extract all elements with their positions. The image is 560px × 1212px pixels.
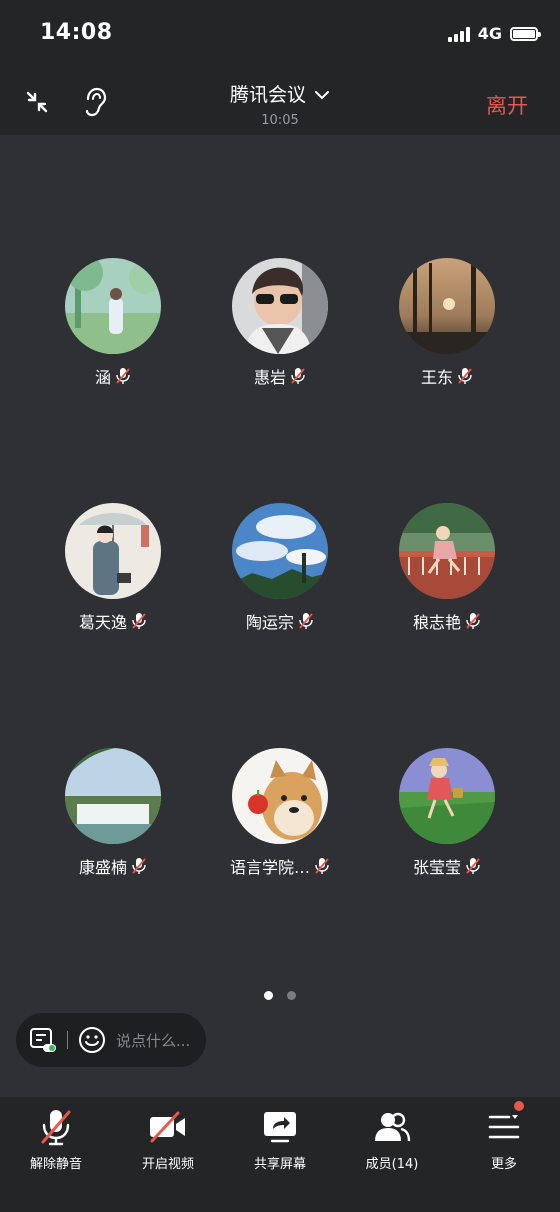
mic-muted-icon (36, 1107, 76, 1147)
member-name: 语言学院… (229, 858, 310, 877)
member-name: 康盛楠 (78, 858, 127, 877)
members-button[interactable]: 成员(14) (336, 1097, 448, 1212)
member-tile[interactable]: 康盛楠 (28, 748, 198, 878)
mic-off-icon (314, 857, 330, 875)
meeting-title-area[interactable]: 腾讯会议 10:05 (0, 80, 560, 128)
member-tile[interactable]: 王东 (362, 258, 532, 388)
member-name: 涵 (94, 368, 111, 387)
chevron-down-icon[interactable] (314, 83, 330, 105)
clock: 14:08 (40, 20, 113, 45)
subtitle-toggle-icon[interactable] (29, 1027, 57, 1053)
mic-off-icon (131, 612, 147, 630)
network-type: 4G (477, 24, 502, 43)
mic-off-icon (298, 612, 314, 630)
share-screen-label: 共享屏幕 (253, 1157, 306, 1172)
unmute-label: 解除静音 (29, 1157, 82, 1172)
leave-button[interactable]: 离开 (486, 90, 528, 120)
member-tile[interactable]: 语言学院… (195, 748, 365, 878)
battery-icon (510, 26, 541, 41)
members-icon (372, 1107, 412, 1147)
emoji-icon[interactable] (78, 1026, 106, 1054)
signal-icon (447, 26, 470, 42)
bottom-toolbar: 解除静音 开启视频 共享屏幕 成员(14) 更多 (0, 1097, 560, 1212)
start-video-button[interactable]: 开启视频 (112, 1097, 224, 1212)
mic-off-icon (131, 857, 147, 875)
notification-badge (514, 1101, 524, 1111)
member-name: 稂志艳 (412, 613, 461, 632)
avatar (232, 258, 328, 354)
more-label: 更多 (490, 1157, 517, 1172)
avatar (399, 258, 495, 354)
member-tile[interactable]: 陶运宗 (195, 503, 365, 633)
status-bar: 14:08 4G (0, 0, 560, 70)
member-name: 惠岩 (253, 368, 286, 387)
more-button[interactable]: 更多 (448, 1097, 560, 1212)
page-dot-active[interactable] (264, 991, 273, 1000)
avatar (65, 748, 161, 844)
member-name: 葛天逸 (78, 613, 127, 632)
mic-off-icon (115, 367, 131, 385)
avatar (65, 503, 161, 599)
avatar (399, 748, 495, 844)
member-tile[interactable]: 涵 (28, 258, 198, 388)
avatar (65, 258, 161, 354)
member-name: 张莹莹 (412, 858, 461, 877)
members-label: 成员(14) (365, 1157, 419, 1172)
member-tile[interactable]: 惠岩 (195, 258, 365, 388)
mic-off-icon (465, 857, 481, 875)
avatar (232, 748, 328, 844)
share-screen-button[interactable]: 共享屏幕 (224, 1097, 336, 1212)
member-tile[interactable]: 葛天逸 (28, 503, 198, 633)
menu-icon (484, 1107, 524, 1147)
meeting-duration: 10:05 (261, 113, 299, 128)
divider (67, 1031, 68, 1049)
meeting-header: 腾讯会议 10:05 离开 (0, 70, 560, 135)
member-tile[interactable]: 张莹莹 (362, 748, 532, 878)
member-name: 王东 (420, 368, 453, 387)
member-name: 陶运宗 (245, 613, 294, 632)
video-off-icon (148, 1107, 188, 1147)
mic-off-icon (290, 367, 306, 385)
avatar (399, 503, 495, 599)
share-screen-icon (260, 1107, 300, 1147)
member-tile[interactable]: 稂志艳 (362, 503, 532, 633)
chat-input[interactable]: 说点什么... (116, 1030, 190, 1051)
meeting-title[interactable]: 腾讯会议 (230, 80, 306, 107)
page-dot[interactable] (287, 991, 296, 1000)
page-indicator[interactable] (0, 991, 560, 1000)
avatar (232, 503, 328, 599)
chat-bar[interactable]: 说点什么... (16, 1013, 206, 1067)
mic-off-icon (457, 367, 473, 385)
unmute-button[interactable]: 解除静音 (0, 1097, 112, 1212)
mic-off-icon (465, 612, 481, 630)
start-video-label: 开启视频 (141, 1157, 194, 1172)
